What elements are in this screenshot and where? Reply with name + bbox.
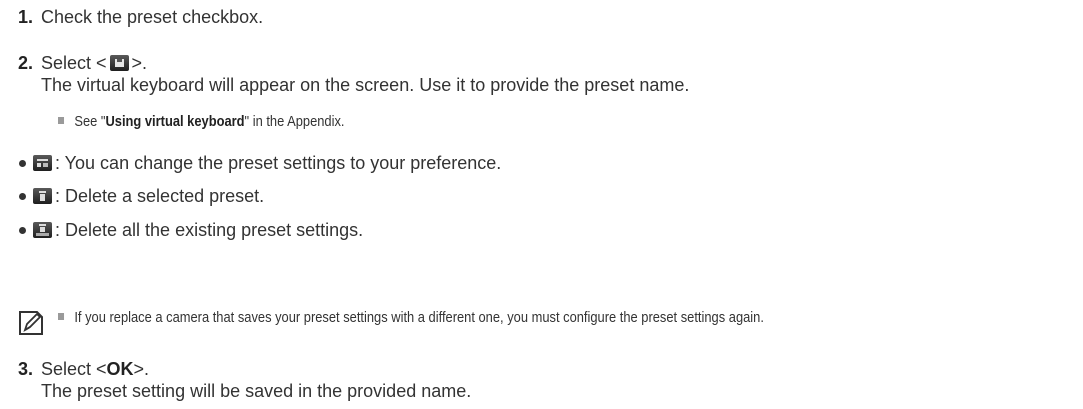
note-text: If you replace a camera that saves your … — [58, 309, 764, 327]
step-number: 3. — [18, 359, 34, 379]
step-text: Check the preset checkbox. — [41, 7, 264, 27]
square-bullet-icon — [58, 117, 65, 124]
appendix-link[interactable]: Using virtual keyboard — [105, 113, 244, 130]
step-number: 1. — [18, 7, 34, 27]
step-text: Select <OK>. — [41, 359, 150, 379]
bullet-dot-icon — [19, 227, 26, 234]
appendix-tip: See "Using virtual keyboard" in the Appe… — [58, 113, 345, 131]
bullet-dot-icon — [19, 160, 26, 167]
manual-page: 1. Check the preset checkbox. 2. Select … — [18, 7, 764, 401]
step-text: Select < >. — [41, 53, 148, 73]
delete-icon — [33, 188, 52, 204]
preset-settings-icon — [33, 155, 52, 171]
step-number: 2. — [18, 53, 34, 73]
save-icon — [109, 55, 129, 71]
ok-label: OK — [106, 359, 134, 379]
square-bullet-icon — [58, 313, 65, 320]
delete-all-icon — [33, 222, 52, 238]
note-pencil-icon — [19, 311, 43, 335]
bullet-dot-icon — [19, 193, 26, 200]
